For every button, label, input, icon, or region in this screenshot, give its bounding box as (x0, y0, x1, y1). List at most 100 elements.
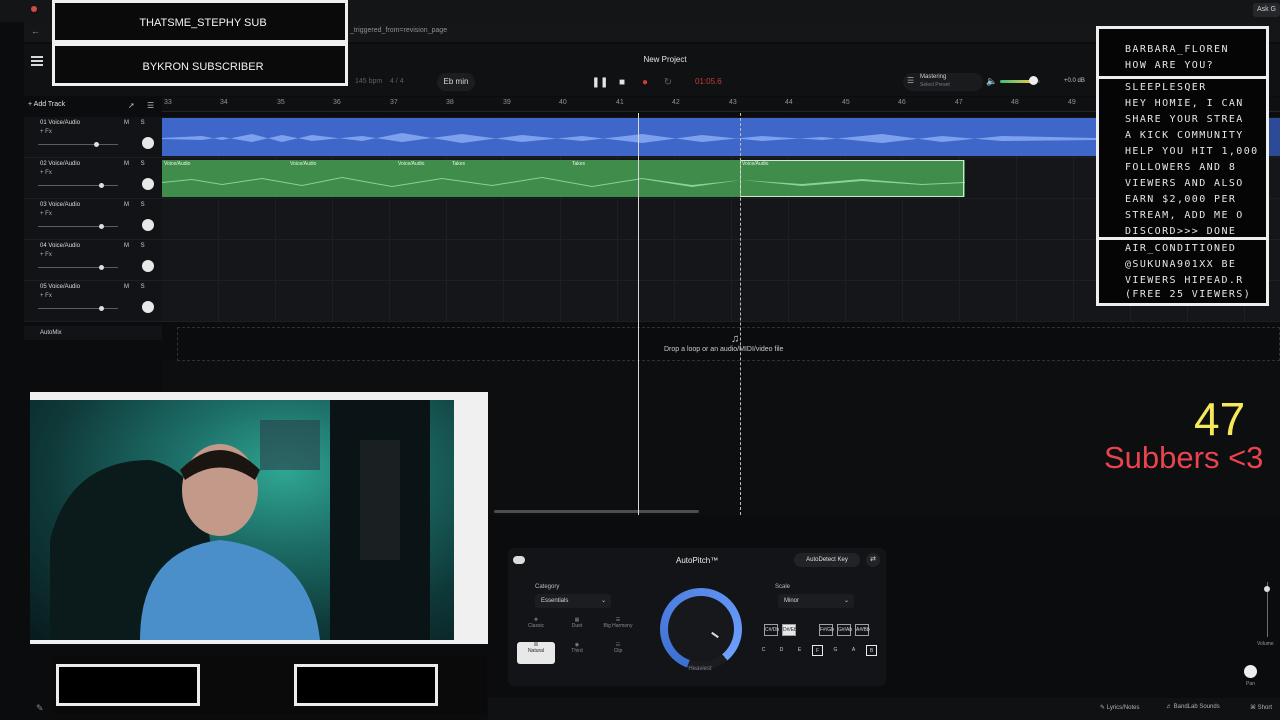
pan-knob[interactable] (1244, 665, 1257, 678)
key-note[interactable]: F (812, 645, 823, 656)
pan-knob[interactable] (142, 301, 154, 313)
audio-clip[interactable] (162, 118, 1096, 156)
fader-knob[interactable] (99, 306, 104, 311)
mute-solo-buttons[interactable]: M S (124, 284, 150, 290)
key-sharp[interactable]: A#/Bb (855, 624, 870, 636)
autodetect-key-button[interactable]: AutoDetect Key (794, 553, 860, 567)
drop-zone[interactable] (177, 327, 1280, 361)
track-header[interactable]: 04 Voice/Audio + Fx M S (24, 240, 162, 281)
style-clip[interactable]: ☷ Clip (599, 642, 637, 664)
add-track-button[interactable]: + Add Track (28, 101, 65, 108)
horizontal-scrollbar[interactable] (494, 510, 699, 513)
pan-knob[interactable] (142, 219, 154, 231)
bandlab-sounds-button[interactable]: ♬ BandLab Sounds (1166, 704, 1220, 710)
bottom-bar: ✎ Lyrics/Notes ♬ BandLab Sounds ⌘ Short (488, 698, 1280, 720)
category-label: Category (535, 584, 560, 590)
track-header[interactable]: 02 Voice/Audio + Fx M S (24, 158, 162, 199)
menu-icon[interactable] (31, 56, 43, 68)
bpm-readout[interactable]: 145 bpm 4 / 4 (355, 78, 404, 85)
ruler-tick: 39 (503, 99, 511, 106)
selected-clip-outline[interactable] (740, 160, 964, 197)
volume-fader-knob[interactable] (1264, 586, 1270, 592)
mute-solo-buttons[interactable]: M S (124, 161, 150, 167)
key-sharp[interactable]: F#/Gb (819, 624, 834, 636)
chat-line: AIR_CONDITIONED (1125, 243, 1237, 254)
pause-icon[interactable]: ❚❚ (591, 73, 609, 91)
key-sharp[interactable]: C#/Db (764, 624, 779, 636)
key-note[interactable]: C (758, 645, 769, 656)
track-header[interactable]: 01 Voice/Audio + Fx M S (24, 117, 162, 158)
track-name[interactable]: 03 Voice/Audio (40, 202, 80, 208)
overlay-box (56, 664, 200, 706)
volume-label: Volume (1257, 641, 1274, 647)
pan-knob[interactable] (142, 260, 154, 272)
chat-divider (1099, 76, 1266, 79)
mute-solo-buttons[interactable]: M S (124, 120, 150, 126)
tool-icon[interactable]: ➚ (128, 101, 135, 110)
add-fx-button[interactable]: + Fx (40, 252, 52, 258)
mute-solo-buttons[interactable]: M S (124, 243, 150, 249)
scale-select[interactable]: Minor ⌄ (778, 594, 854, 608)
settings-icon[interactable]: ⇄ (866, 553, 880, 567)
style-classic[interactable]: ❖ Classic (517, 617, 555, 639)
track-volume-slider[interactable] (38, 306, 118, 311)
correction-dial-center[interactable] (668, 596, 734, 662)
mute-solo-buttons[interactable]: M S (124, 202, 150, 208)
key-sharp[interactable]: D#/Eb (782, 624, 797, 636)
track-name[interactable]: 05 Voice/Audio (40, 284, 80, 290)
category-select[interactable]: Essentials ⌄ (535, 594, 611, 608)
shortcuts-button[interactable]: ⌘ Short (1250, 704, 1272, 711)
project-title[interactable]: New Project (620, 55, 710, 64)
style-natural[interactable]: ☒ Natural (517, 642, 555, 664)
lyrics-notes-button[interactable]: ✎ Lyrics/Notes (1100, 704, 1140, 711)
record-icon[interactable]: ● (636, 73, 654, 91)
autopitch-toggle[interactable] (513, 556, 525, 564)
track-volume-slider[interactable] (38, 183, 118, 188)
key-note[interactable]: D (776, 645, 787, 656)
stop-icon[interactable]: ■ (613, 73, 631, 91)
style-big-harmony[interactable]: ☰ Big Harmony (599, 617, 637, 639)
pan-knob[interactable] (142, 137, 154, 149)
key-note[interactable]: B (866, 645, 877, 656)
track-volume-slider[interactable] (38, 142, 118, 147)
fader-knob[interactable] (99, 265, 104, 270)
key-note[interactable]: A (848, 645, 859, 656)
drop-zone-text: Drop a loop or an audio/MIDI/video file (664, 346, 784, 353)
track-name[interactable]: 01 Voice/Audio (40, 120, 80, 126)
back-arrow-icon[interactable]: ← (31, 26, 40, 36)
style-duet[interactable]: ▦ Duet (558, 617, 596, 639)
track-header[interactable]: 03 Voice/Audio + Fx M S (24, 199, 162, 240)
playhead[interactable] (638, 113, 639, 515)
master-volume-knob[interactable] (1029, 76, 1038, 85)
list-icon[interactable]: ☰ (147, 101, 154, 110)
key-sharp[interactable]: G#/Ab (837, 624, 852, 636)
key-note[interactable]: G (830, 645, 841, 656)
close-window-icon[interactable] (31, 6, 37, 12)
style-third[interactable]: ◉ Third (558, 642, 596, 664)
fader-knob[interactable] (99, 224, 104, 229)
ruler-tick: 33 (164, 99, 172, 106)
fader-knob[interactable] (94, 142, 99, 147)
loop-icon[interactable]: ↻ (659, 73, 677, 91)
add-fx-button[interactable]: + Fx (40, 170, 52, 176)
chat-line: (FREE 25 VIEWERS) (1125, 289, 1252, 300)
chat-divider (1099, 237, 1266, 240)
automix-label: AutoMix (40, 330, 62, 336)
add-fx-button[interactable]: + Fx (40, 293, 52, 299)
track-header[interactable]: 05 Voice/Audio + Fx M S (24, 281, 162, 322)
key-note[interactable]: E (794, 645, 805, 656)
add-fx-button[interactable]: + Fx (40, 129, 52, 135)
ask-button[interactable]: Ask G (1252, 3, 1280, 17)
chat-line: HEY HOMIE, I CAN (1125, 98, 1244, 109)
fader-knob[interactable] (99, 183, 104, 188)
track-name[interactable]: 04 Voice/Audio (40, 243, 80, 249)
ruler-tick: 48 (1011, 99, 1019, 106)
track-volume-slider[interactable] (38, 224, 118, 229)
pencil-tool-icon[interactable]: ✎ (36, 703, 44, 714)
pan-knob[interactable] (142, 178, 154, 190)
key-button[interactable]: Eb min (437, 73, 475, 91)
track-volume-slider[interactable] (38, 265, 118, 270)
speaker-icon[interactable]: 🔈 (986, 76, 997, 87)
add-fx-button[interactable]: + Fx (40, 211, 52, 217)
track-name[interactable]: 02 Voice/Audio (40, 161, 80, 167)
